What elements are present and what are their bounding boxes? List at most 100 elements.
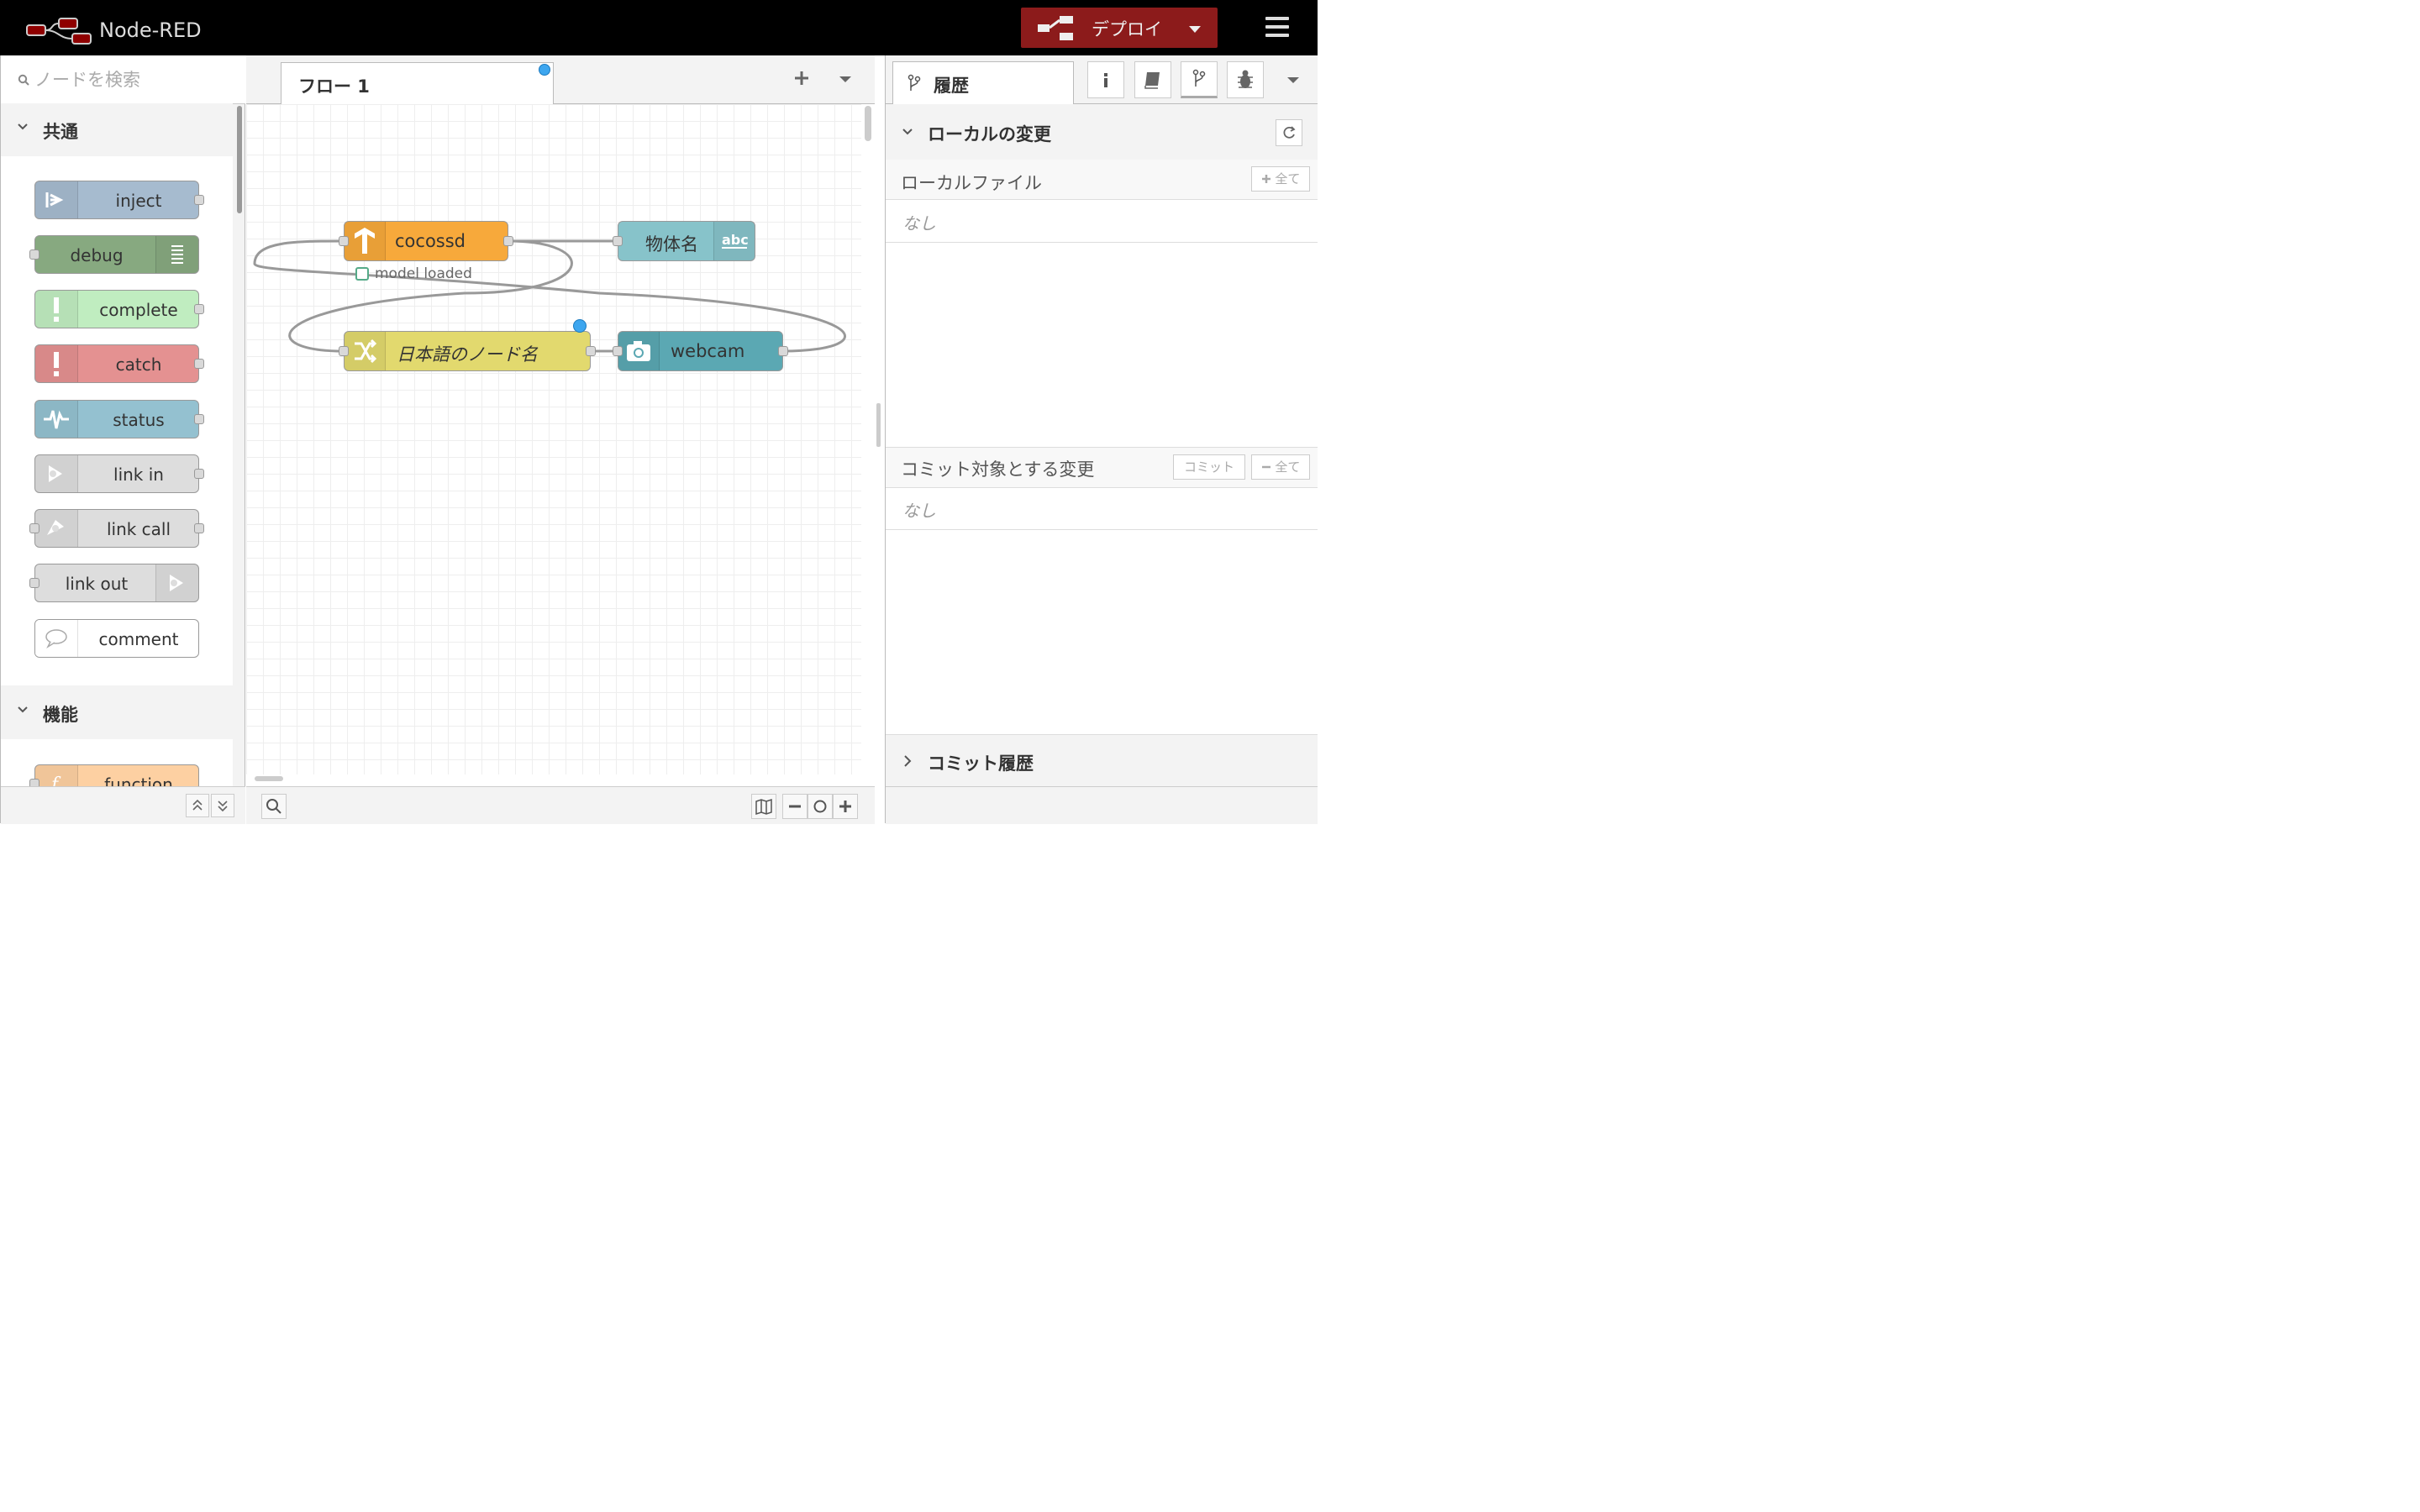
tab-help[interactable] [1134,61,1171,98]
tab-info[interactable] [1087,61,1124,98]
add-flow-icon[interactable] [792,69,811,87]
flow-canvas[interactable]: cocossd model loaded 物体名 abc 日本語のノード名 we… [246,104,861,774]
refresh-button[interactable] [1276,119,1302,146]
section-title: ローカルの変更 [928,124,1051,144]
stage-all-label: 全て [1275,171,1301,186]
flow-node-cocossd[interactable]: cocossd [339,221,513,261]
deploy-dropdown-icon[interactable] [1189,26,1201,33]
empty-text: なし [902,501,936,521]
svg-text:abc: abc [722,232,749,248]
search-flows-button[interactable] [261,794,287,819]
canvas-horizontal-scrollbar[interactable] [255,776,283,781]
tab-history-icon[interactable] [1181,61,1218,98]
palette-node-comment[interactable]: comment [34,619,199,658]
sidebar-resize-handle[interactable] [876,403,881,447]
flow-node-object-name[interactable]: 物体名 abc [613,221,755,261]
palette-node-link-call[interactable]: link call [29,509,204,548]
input-port[interactable] [29,523,39,533]
palette-node-function[interactable]: f function [29,764,199,786]
tab-label: フロー 1 [298,76,370,97]
tab-history[interactable]: 履歴 [892,61,1074,104]
node-label: complete [99,300,178,320]
output-port[interactable] [194,414,204,424]
deploy-label: デプロイ [1092,19,1162,39]
zoom-in-button[interactable] [833,794,858,819]
category-title: 共通 [43,122,78,142]
output-port[interactable] [194,195,204,205]
node-status-text: model loaded [375,265,472,282]
commit-button[interactable]: コミット [1173,454,1245,480]
unstage-all-button[interactable]: 全て [1251,454,1310,480]
output-port[interactable] [194,469,204,479]
expand-all-button[interactable] [211,794,234,817]
node-label: status [113,410,165,430]
palette-node-catch[interactable]: catch [34,344,204,383]
category-body-function: f function [1,739,233,786]
category-header-common[interactable]: 共通 [1,103,233,155]
deploy-icon [1038,16,1073,40]
plus-icon [1261,175,1270,183]
navigator-button[interactable] [751,794,776,819]
commit-changes-list: なし [886,487,1318,530]
input-port[interactable] [339,346,349,356]
output-port[interactable] [194,523,204,533]
sidebar-tabs-bar: 履歴 [886,55,1318,104]
commit-history-header[interactable]: コミット履歴 [886,734,1318,787]
app-title: Node-RED [99,18,202,42]
node-label: 物体名 [645,234,698,255]
bug-icon [1238,70,1253,88]
category-header-function[interactable]: 機能 [1,686,233,738]
sidebar-menu-caret-icon[interactable] [1287,77,1299,83]
local-files-label: ローカルファイル [901,173,1042,193]
node-label: link out [65,574,129,594]
output-port[interactable] [503,236,513,246]
input-port[interactable] [339,236,349,246]
local-changes-header[interactable]: ローカルの変更 [886,104,1318,160]
chevron-down-icon [18,123,28,130]
collapse-all-button[interactable] [186,794,209,817]
zoom-reset-button[interactable] [808,794,833,819]
tensorflow-icon [345,222,386,260]
changed-indicator-dot [539,64,550,76]
deploy-button[interactable]: デプロイ [1021,8,1218,48]
minus-icon [1261,465,1270,469]
search-icon [266,799,281,814]
palette-search-input[interactable] [34,69,228,91]
input-port[interactable] [29,779,39,786]
flow-node-webcam[interactable]: webcam [613,331,788,371]
node-palette: 共通 inject debug complete [0,55,245,824]
workspace-tabs-bar: フロー 1 [246,55,875,104]
palette-node-debug[interactable]: debug [29,235,199,274]
palette-node-inject[interactable]: inject [34,181,204,219]
main-menu-button[interactable] [1260,15,1294,40]
palette-scrollbar[interactable] [237,106,242,213]
input-port[interactable] [613,346,623,356]
output-port[interactable] [194,359,204,369]
plus-icon [839,801,851,812]
input-port[interactable] [29,249,39,260]
palette-node-link-in[interactable]: link in [34,454,204,493]
palette-node-complete[interactable]: complete [34,290,204,328]
hamburger-icon [1265,17,1289,20]
zoom-out-button[interactable] [782,794,808,819]
output-port[interactable] [778,346,788,356]
tab-flow-1[interactable]: フロー 1 [281,62,554,104]
input-port[interactable] [29,578,39,588]
link-in-icon [35,455,78,492]
palette-node-status[interactable]: status [34,400,204,438]
input-port[interactable] [613,236,623,246]
sidebar-footer [886,786,1318,824]
node-label: comment [98,629,179,649]
palette-node-link-out[interactable]: link out [29,564,199,602]
canvas-vertical-scrollbar[interactable] [865,106,871,141]
tab-label: 履歴 [934,76,969,96]
tab-menu-caret-icon[interactable] [839,76,851,82]
flow-node-japanese-name[interactable]: 日本語のノード名 [339,331,596,371]
link-out-icon [155,564,198,601]
tab-debug[interactable] [1227,61,1264,98]
output-port[interactable] [194,304,204,314]
workspace: フロー 1 cocossd model loaded 物体名 abc 日本語のノ… [246,55,875,824]
stage-all-button[interactable]: 全て [1251,166,1310,192]
header-bar: Node-RED デプロイ [0,0,1318,55]
output-port[interactable] [586,346,596,356]
